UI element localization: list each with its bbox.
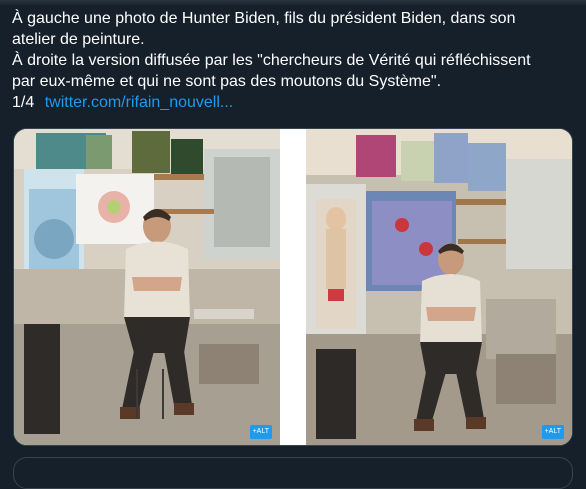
alt-badge-right[interactable]: +ALT xyxy=(541,425,564,439)
studio-photo-left xyxy=(14,129,280,445)
photo-right[interactable]: +ALT xyxy=(306,129,572,445)
tweet-text: À gauche une photo de Hunter Biden, fils… xyxy=(12,8,577,113)
clipped-header xyxy=(0,0,586,6)
tweet-line-5: 1/4 twitter.com/rifain_nouvell... xyxy=(12,92,577,113)
tweet-line-1: À gauche une photo de Hunter Biden, fils… xyxy=(12,10,516,27)
tweet-line-3: À droite la version diffusée par les "ch… xyxy=(12,52,531,69)
tweet-line-4: par eux-même et qui ne sont pas des mout… xyxy=(12,73,442,90)
photo-left[interactable]: +ALT xyxy=(14,129,280,445)
alt-badge-left[interactable]: +ALT xyxy=(249,425,272,439)
media-divider xyxy=(280,129,306,445)
tweet-line-2: atelier de peinture. xyxy=(12,31,145,48)
media-grid: +ALT +ALT xyxy=(13,128,573,446)
studio-photo-right xyxy=(306,129,572,445)
tweet-link[interactable]: twitter.com/rifain_nouvell... xyxy=(45,94,234,111)
thread-counter: 1/4 xyxy=(12,94,35,111)
next-tweet-card[interactable] xyxy=(13,457,573,489)
